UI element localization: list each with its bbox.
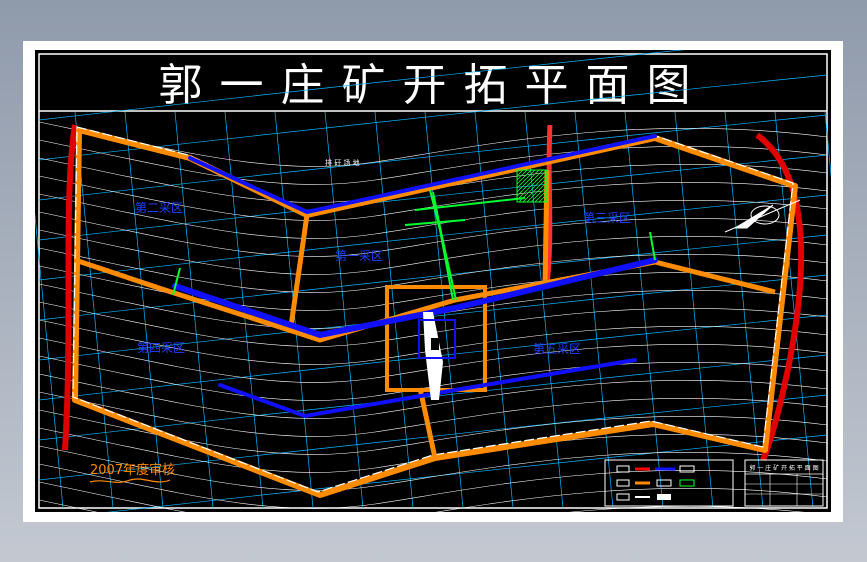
map-drawing-area: 郭一庄矿开拓平面图 第一采区 第二采区 第三采区 第四采区 第五采区 排 矸 场… — [35, 50, 831, 512]
grid-line-vertical — [374, 111, 414, 509]
west-air-shaft — [172, 267, 181, 296]
signature-text: 2007年度审核 — [90, 462, 175, 478]
legend-symbol-shaft — [679, 479, 695, 487]
legend-symbol-4 — [656, 479, 672, 487]
legend — [604, 459, 734, 507]
roadways — [172, 134, 658, 419]
legend-symbol-1 — [616, 465, 630, 473]
legend-symbol-2 — [679, 465, 695, 473]
legend-symbol-building — [657, 494, 671, 500]
legend-symbol-3 — [616, 479, 630, 487]
map-title: 郭一庄矿开拓平面图 — [159, 60, 708, 111]
east-air-shaft — [649, 231, 656, 261]
signature-scribble — [89, 478, 171, 483]
surface-plant-area — [516, 169, 548, 203]
zone-label-2: 第二采区 — [135, 201, 183, 215]
title-block-header: 郭 一 庄 矿 开 拓 平 面 图 — [749, 464, 818, 472]
zone-label-5: 第五采区 — [533, 342, 581, 356]
site-label: 排 矸 场 地 — [325, 158, 360, 167]
mine-plan-map: 郭一庄矿开拓平面图 第一采区 第二采区 第三采区 第四采区 第五采区 排 矸 场… — [35, 50, 831, 512]
contour-line — [38, 121, 828, 167]
grid-line-vertical — [824, 111, 831, 179]
shaft-facility — [418, 312, 456, 400]
title-block: 郭 一 庄 矿 开 拓 平 面 图 — [744, 459, 824, 507]
zone-label-3: 第三采区 — [583, 211, 631, 225]
signature-stamp: 2007年度审核 — [89, 462, 175, 483]
zone-label-1: 第一采区 — [335, 249, 383, 263]
legend-symbol-5 — [616, 493, 630, 501]
shaft-yard-building — [423, 312, 443, 400]
grid-line-vertical — [574, 111, 614, 509]
north-roadway — [188, 134, 657, 215]
shaft-opening — [431, 338, 439, 350]
zone-label-4: 第四采区 — [137, 341, 185, 355]
grid-line-vertical — [124, 111, 164, 509]
